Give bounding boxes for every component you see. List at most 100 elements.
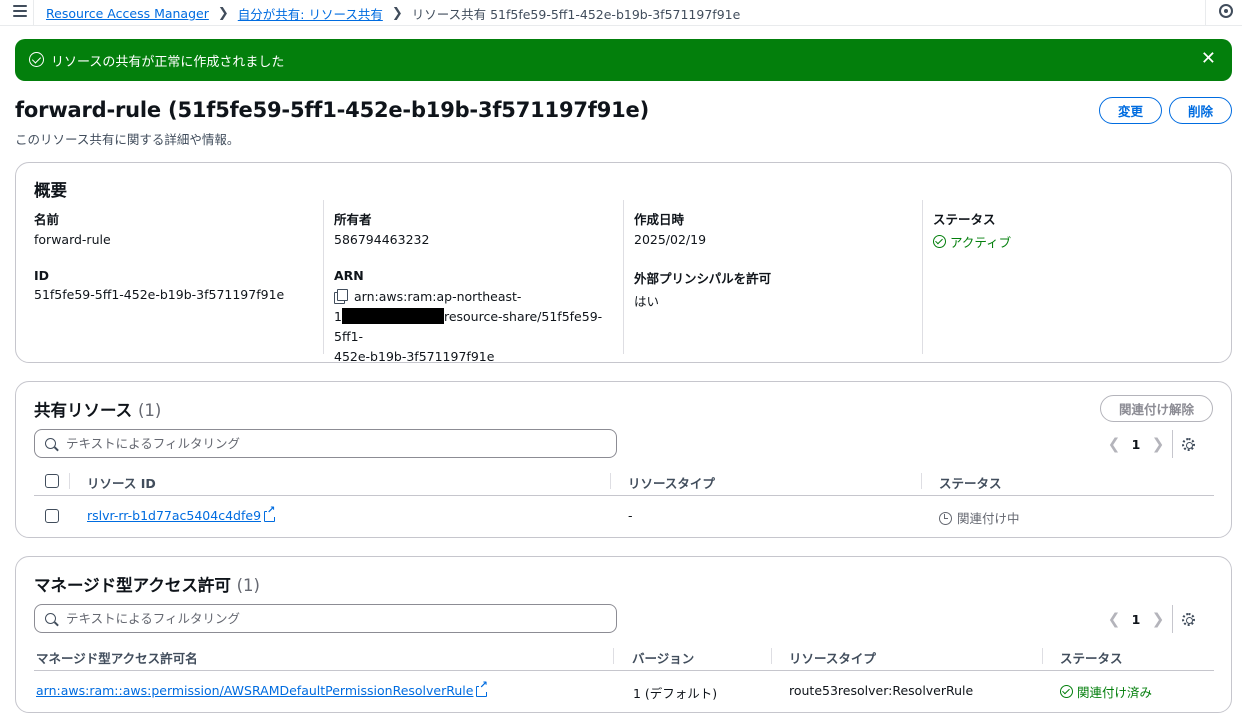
status-cell: 関連付け済み — [1060, 682, 1152, 701]
column-resource-type[interactable]: リソースタイプ — [789, 648, 876, 667]
external-link-icon — [264, 505, 276, 522]
success-icon — [29, 52, 44, 67]
overview-column-created: 作成日時 2025/02/19 外部プリンシパルを許可 はい — [623, 200, 923, 354]
search-icon — [45, 438, 56, 449]
column-status[interactable]: ステータス — [1060, 648, 1123, 667]
arn-label: ARN — [334, 268, 364, 283]
overview-title: 概要 — [34, 181, 67, 200]
arn-line-1: arn:aws:ram:ap-northeast- — [354, 289, 522, 304]
overview-column-name: 名前 forward-rule ID 51f5fe59-5ff1-452e-b1… — [34, 200, 324, 354]
resource-type-cell: - — [628, 508, 633, 523]
clock-icon — [939, 512, 952, 525]
column-divider — [610, 473, 611, 489]
external-link-icon — [476, 680, 488, 697]
column-status[interactable]: ステータス — [939, 473, 1002, 492]
column-resource-id[interactable]: リソース ID — [87, 473, 156, 492]
divider — [33, 0, 34, 26]
shared-resources-count: (1) — [137, 401, 162, 420]
external-principals-value: はい — [634, 294, 660, 309]
managed-permissions-table-header: マネージド型アクセス許可名 バージョン リソースタイプ ステータス — [34, 641, 1214, 671]
managed-permissions-title-text: マネージド型アクセス許可 — [34, 576, 231, 595]
next-page-icon[interactable]: ❯ — [1150, 435, 1166, 453]
copy-icon[interactable] — [334, 289, 348, 304]
edit-button[interactable]: 変更 — [1099, 97, 1162, 124]
arn-line-2-prefix: 1 — [334, 309, 342, 324]
previous-page-icon[interactable]: ❮ — [1106, 435, 1122, 453]
select-all-checkbox[interactable] — [45, 474, 59, 488]
shared-resources-table-header: リソース ID リソースタイプ ステータス — [34, 466, 1214, 496]
column-divider — [69, 473, 70, 489]
name-label: 名前 — [34, 212, 60, 227]
owner-label: 所有者 — [334, 212, 372, 227]
gear-icon[interactable] — [1181, 612, 1196, 627]
owner-value: 586794463232 — [334, 232, 430, 247]
breadcrumb-shared-by-me[interactable]: 自分が共有: リソース共有 — [238, 4, 383, 23]
name-value: forward-rule — [34, 232, 111, 247]
column-version[interactable]: バージョン — [632, 648, 694, 667]
column-divider — [921, 473, 922, 489]
settings-icon[interactable] — [1219, 4, 1233, 18]
close-icon[interactable]: ✕ — [1201, 49, 1216, 69]
shared-resources-panel: 共有リソース (1) 関連付け解除 ❮ 1 ❯ リソース ID リソースタイプ … — [15, 381, 1232, 538]
shared-resources-pagination: ❮ 1 ❯ — [1106, 430, 1196, 458]
resource-type-cell: route53resolver:ResolverRule — [789, 683, 974, 698]
page-number[interactable]: 1 — [1122, 437, 1150, 452]
page-number[interactable]: 1 — [1122, 612, 1150, 627]
id-label: ID — [34, 268, 50, 283]
managed-permissions-filter[interactable] — [34, 604, 617, 633]
menu-icon[interactable] — [13, 5, 27, 17]
flash-message: リソースの共有が正常に作成されました — [51, 55, 285, 70]
search-icon — [45, 613, 56, 624]
version-cell: 1 (デフォルト) — [633, 686, 718, 701]
page-description: このリソース共有に関する詳細や情報。 — [15, 132, 240, 147]
status-label: ステータス — [933, 212, 996, 227]
column-permission-name[interactable]: マネージド型アクセス許可名 — [36, 648, 198, 667]
disassociate-button[interactable]: 関連付け解除 — [1100, 395, 1213, 422]
status-badge: アクティブ — [933, 232, 1212, 251]
redacted-block — [341, 308, 444, 324]
delete-button[interactable]: 削除 — [1169, 97, 1232, 124]
column-resource-type[interactable]: リソースタイプ — [628, 473, 715, 492]
overview-column-status: ステータス アクティブ — [922, 200, 1212, 354]
chevron-right-icon: ❯ — [391, 6, 403, 21]
arn-line-3: 452e-b19b-3f571197f91e — [334, 349, 495, 364]
gear-icon[interactable] — [1181, 437, 1196, 452]
id-value: 51f5fe59-5ff1-452e-b19b-3f571197f91e — [34, 287, 285, 302]
created-value: 2025/02/19 — [634, 232, 707, 247]
resource-id-link[interactable]: rslvr-rr-b1d77ac5404c4dfe9 — [87, 508, 261, 523]
status-cell: 関連付け中 — [939, 508, 1020, 527]
breadcrumb-resource-access-manager[interactable]: Resource Access Manager — [46, 6, 209, 21]
status-text: 関連付け済み — [1077, 685, 1153, 700]
column-divider — [613, 648, 614, 664]
created-label: 作成日時 — [634, 212, 685, 227]
success-icon — [1060, 685, 1073, 698]
arn-value: arn:aws:ram:ap-northeast- 1 resource-shar… — [334, 287, 623, 367]
managed-permissions-count: (1) — [236, 576, 260, 595]
external-principals-label: 外部プリンシパルを許可 — [634, 271, 772, 286]
next-page-icon[interactable]: ❯ — [1150, 610, 1166, 628]
divider — [1172, 430, 1173, 458]
managed-permissions-title: マネージド型アクセス許可 (1) — [34, 572, 260, 596]
top-navigation-bar: Resource Access Manager ❯ 自分が共有: リソース共有 … — [0, 0, 1242, 26]
column-divider — [1042, 648, 1043, 664]
overview-panel: 概要 名前 forward-rule ID 51f5fe59-5ff1-452e… — [15, 162, 1232, 364]
status-text: 関連付け中 — [957, 511, 1020, 526]
success-flash-banner: リソースの共有が正常に作成されました ✕ — [15, 39, 1232, 81]
resource-id-cell: rslvr-rr-b1d77ac5404c4dfe9 — [87, 505, 276, 523]
shared-resources-filter-input[interactable] — [66, 434, 606, 453]
row-checkbox[interactable] — [45, 509, 59, 523]
shared-resources-title-text: 共有リソース — [34, 401, 133, 420]
previous-page-icon[interactable]: ❮ — [1106, 610, 1122, 628]
divider — [1172, 605, 1173, 633]
overview-column-owner: 所有者 586794463232 ARN arn:aws:ram:ap-nort… — [323, 200, 623, 364]
permission-arn-link[interactable]: arn:aws:ram::aws:permission/AWSRAMDefaul… — [36, 683, 473, 698]
breadcrumb: Resource Access Manager ❯ 自分が共有: リソース共有 … — [46, 4, 740, 23]
shared-resources-title: 共有リソース (1) — [34, 397, 161, 421]
column-divider — [771, 648, 772, 664]
status-value: アクティブ — [950, 235, 1012, 250]
managed-permissions-filter-input[interactable] — [66, 609, 606, 628]
chevron-right-icon: ❯ — [217, 6, 229, 21]
page-title: forward-rule (51f5fe59-5ff1-452e-b19b-3f… — [15, 98, 649, 122]
divider — [1205, 0, 1206, 26]
shared-resources-filter[interactable] — [34, 429, 617, 458]
